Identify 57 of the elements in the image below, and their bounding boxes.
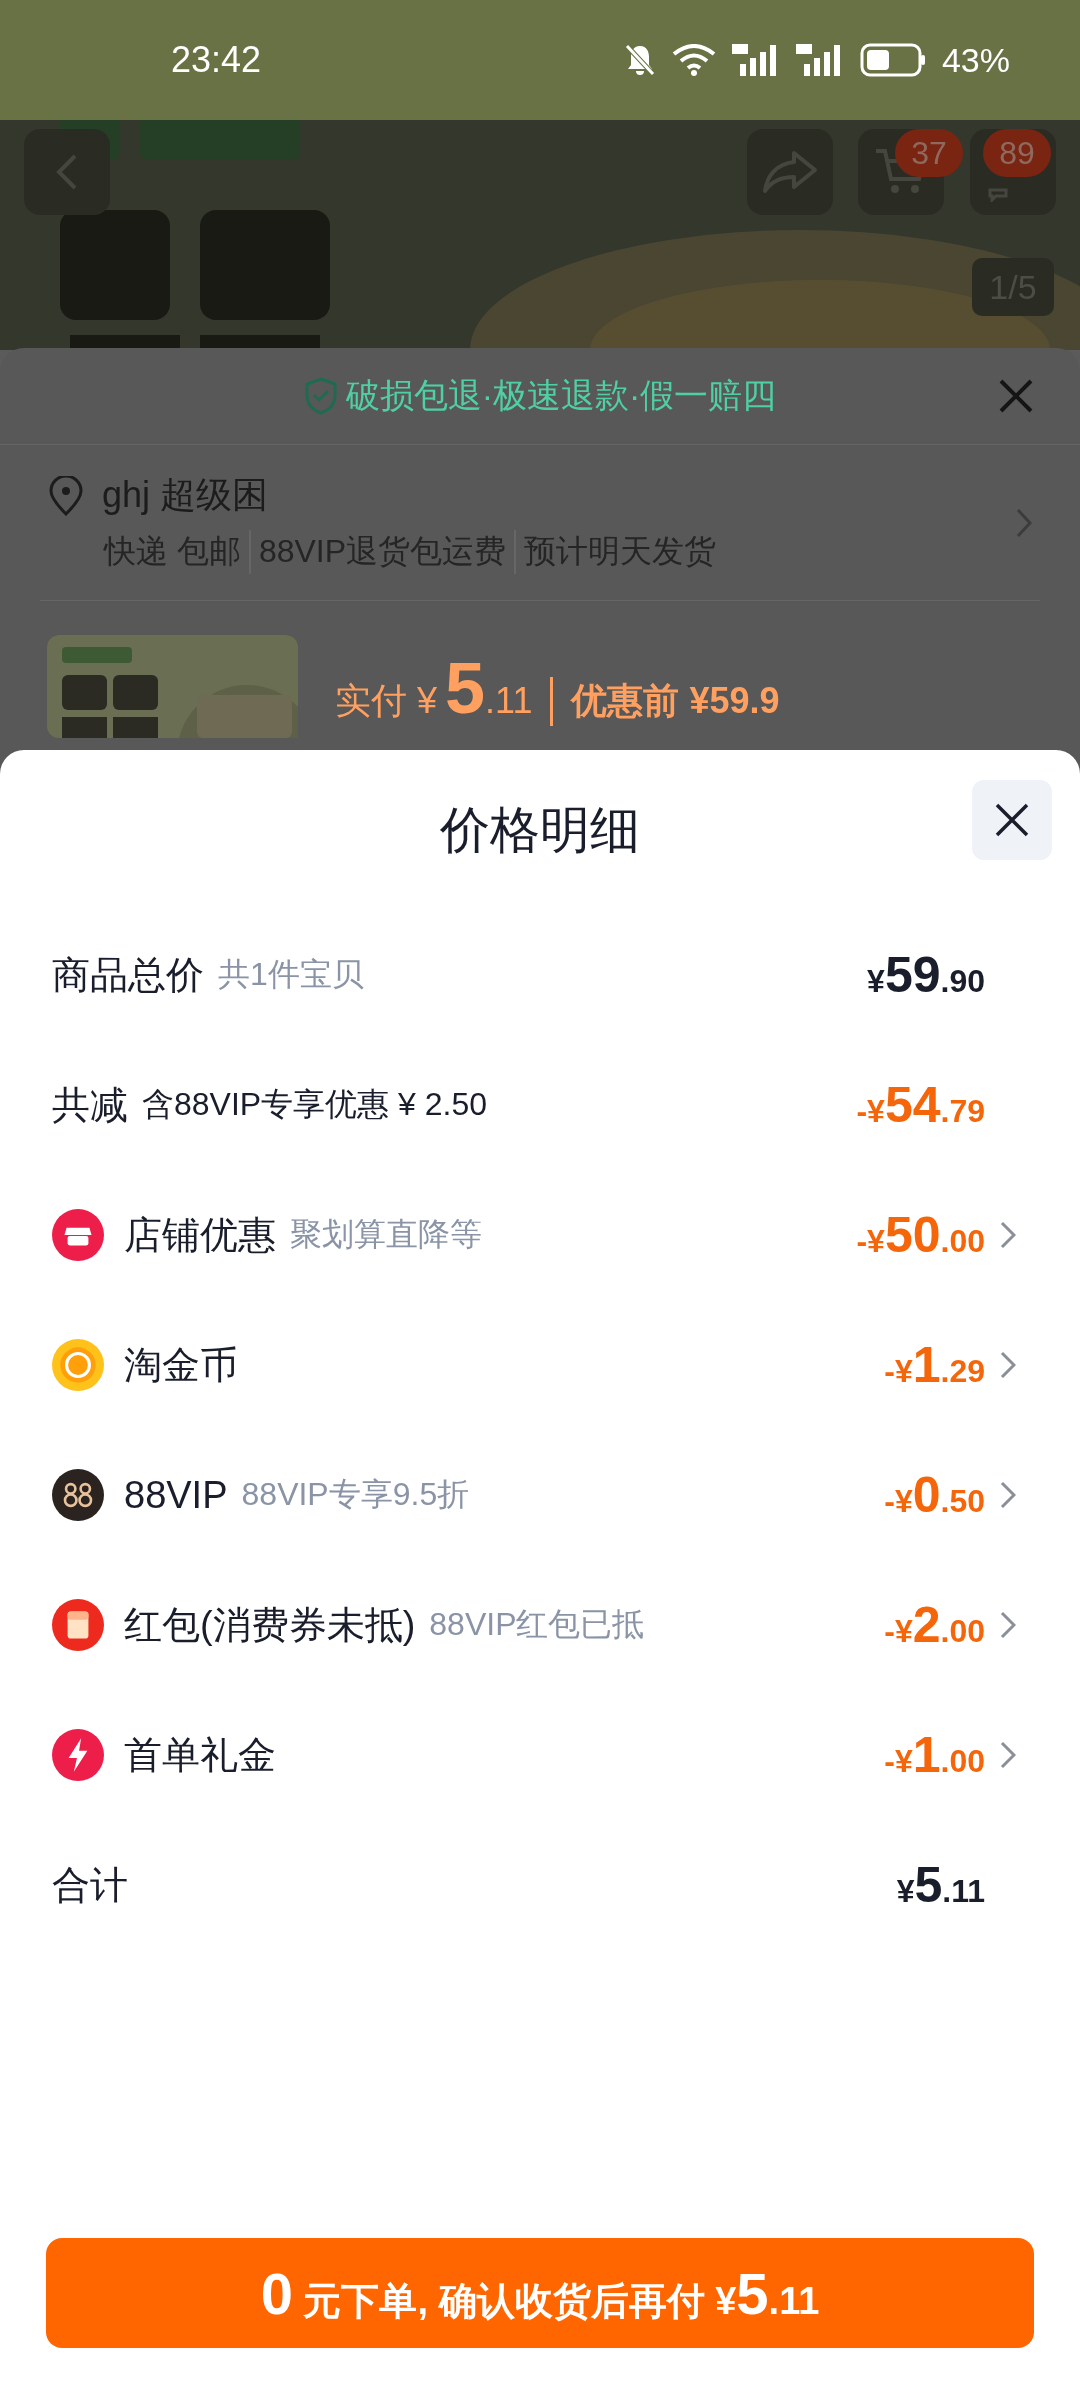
discount-row[interactable]: 红包(消费券未抵) 88VIP红包已抵 -¥2.00 — [0, 1560, 1080, 1690]
row-amount: ¥5.11 — [896, 1856, 985, 1914]
mute-icon — [623, 43, 656, 77]
address-name: ghj 超级困 — [102, 473, 269, 517]
close-button[interactable] — [972, 780, 1052, 860]
status-time: 23:42 — [171, 39, 262, 81]
location-pin-icon — [48, 475, 84, 516]
discount-row[interactable]: 首单礼金 -¥1.00 — [0, 1690, 1080, 1820]
paid-price: 实付 ¥5.11 — [335, 647, 533, 729]
row-amount: -¥1.29 — [884, 1336, 985, 1394]
battery-percent: 43% — [941, 40, 1010, 80]
discount-row[interactable]: 淘金币 -¥1.29 — [0, 1300, 1080, 1430]
share-button[interactable] — [747, 129, 833, 215]
chevron-icon — [1000, 1221, 1016, 1249]
row-note: 88VIP专享9.5折 — [241, 1475, 470, 1514]
row-amount: -¥50.00 — [856, 1206, 985, 1264]
original-price: 优惠前 ¥59.9 — [550, 677, 780, 726]
row-label: 首单礼金 — [124, 1732, 276, 1778]
row-note: 聚划算直降等 — [290, 1215, 482, 1254]
row-label: 合计 — [52, 1862, 128, 1908]
vip-badge-icon — [52, 1469, 104, 1521]
row-amount: ¥59.90 — [867, 946, 985, 1004]
row-note: 共1件宝贝 — [218, 955, 364, 994]
shield-icon — [303, 377, 338, 415]
sheet-title: 价格明细 — [440, 801, 640, 860]
row-amount: -¥0.50 — [884, 1466, 985, 1524]
chevron-icon — [1016, 507, 1032, 538]
guarantee-text: 破损包退·极速退款·假一赔四 — [345, 375, 777, 416]
chevron-icon — [1000, 1611, 1016, 1639]
row-amount: -¥2.00 — [884, 1596, 985, 1654]
row-amount: -¥54.79 — [856, 1076, 985, 1134]
store-icon — [52, 1209, 104, 1261]
chevron-icon — [1000, 1741, 1016, 1769]
envelope-icon — [52, 1599, 104, 1651]
chat-icon — [988, 188, 1008, 202]
row-note: 88VIP红包已抵 — [429, 1605, 645, 1644]
lightning-icon — [52, 1729, 104, 1781]
battery-icon — [859, 43, 926, 77]
row-note: 含88VIP专享优惠 ¥ 2.50 — [142, 1085, 488, 1124]
wifi-icon — [671, 44, 716, 76]
back-button[interactable] — [24, 129, 110, 215]
close-icon — [994, 802, 1030, 838]
coin-icon — [52, 1339, 104, 1391]
row-amount: -¥1.00 — [884, 1726, 985, 1784]
row-label: 淘金币 — [124, 1342, 238, 1388]
chevron-icon — [1000, 1351, 1016, 1379]
row-label: 商品总价 — [52, 952, 204, 998]
discount-row[interactable]: 88VIP 88VIP专享9.5折 -¥0.50 — [0, 1430, 1080, 1560]
discount-row[interactable]: 店铺优惠 聚划算直降等 -¥50.00 — [0, 1170, 1080, 1300]
close-icon[interactable] — [998, 378, 1034, 414]
back-icon — [55, 152, 79, 192]
share-icon — [762, 150, 818, 194]
row-label: 红包(消费券未抵) — [124, 1602, 416, 1648]
chevron-icon — [1000, 1481, 1016, 1509]
row-label: 店铺优惠 — [124, 1212, 276, 1258]
row-label: 共减 — [52, 1082, 128, 1128]
row-label: 88VIP — [124, 1473, 228, 1517]
